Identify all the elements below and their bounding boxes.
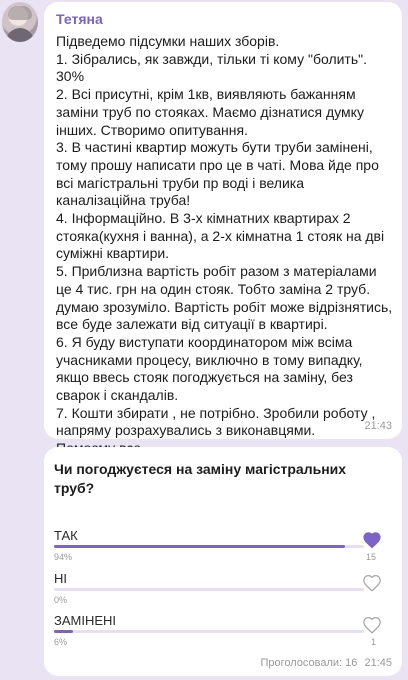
- poll-option-yes[interactable]: ТАК 94% 15: [54, 528, 394, 568]
- poll-time: 21:45: [364, 657, 392, 669]
- message-time: 21:43: [364, 420, 392, 432]
- message-bubble[interactable]: Тетяна Підведемо підсумки наших зборів. …: [44, 2, 402, 456]
- poll-option-label: НІ: [54, 571, 67, 586]
- chat-view: Тетяна Підведемо підсумки наших зборів. …: [0, 0, 408, 680]
- poll-bubble: Чи погоджуєтеся на заміну магістральних …: [44, 447, 402, 676]
- sender-avatar[interactable]: [2, 2, 38, 42]
- heart-icon[interactable]: [362, 531, 382, 549]
- heart-icon[interactable]: [362, 574, 382, 592]
- avatar-body: [6, 28, 34, 42]
- poll-question: Чи погоджуєтеся на заміну магістральних …: [54, 461, 347, 496]
- poll-option-count: 1: [370, 637, 376, 647]
- poll-option-bar: [54, 588, 364, 591]
- avatar-hair: [8, 6, 32, 20]
- poll-option-percent: 6%: [54, 637, 68, 647]
- poll-option-percent: 94%: [54, 552, 73, 562]
- poll-option-fill: [54, 545, 346, 548]
- votes-count: Проголосовали: 16: [260, 657, 358, 669]
- poll-option-bar: [54, 630, 364, 633]
- message-text: Підведемо підсумки наших зборів. 1. Зібр…: [56, 33, 393, 456]
- poll-option-percent: 0%: [54, 595, 68, 605]
- poll-footer: Проголосовали: 16 21:45: [260, 657, 392, 669]
- poll-option-label: ЗАМІНЕНІ: [54, 613, 117, 628]
- poll-option-fill: [54, 630, 73, 633]
- poll-option-bar: [54, 545, 364, 548]
- poll-option-replaced[interactable]: ЗАМІНЕНІ 6% 1: [54, 613, 394, 653]
- heart-icon[interactable]: [362, 616, 382, 634]
- poll-option-label: ТАК: [54, 528, 78, 543]
- sender-name[interactable]: Тетяна: [56, 11, 103, 27]
- poll-option-count: 15: [365, 552, 376, 562]
- poll-option-no[interactable]: НІ 0%: [54, 571, 394, 611]
